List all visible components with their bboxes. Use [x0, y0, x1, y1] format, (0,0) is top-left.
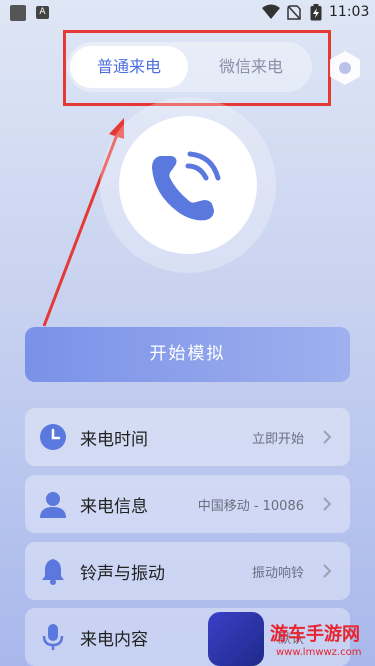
status-time: 11:03 [329, 4, 370, 20]
clock-icon [40, 424, 66, 450]
notification-square-icon [10, 5, 26, 21]
item-label: 来电时间 [80, 430, 148, 450]
chevron-right-icon [323, 497, 332, 511]
watermark-text: 游车手游网 [270, 624, 360, 645]
status-bar: A 11:03 [0, 0, 375, 26]
annotation-highlight-box [63, 30, 331, 106]
settings-hexagon-icon[interactable] [328, 50, 362, 86]
watermark-logo-icon [208, 612, 264, 666]
item-value: 立即开始 [251, 432, 304, 447]
wifi-icon [262, 4, 280, 19]
person-icon [40, 492, 66, 518]
microphone-icon [42, 624, 64, 650]
item-value: 振动响铃 [251, 566, 304, 581]
chevron-right-icon [323, 564, 332, 578]
item-value: 中国移动 - 10086 [197, 499, 304, 514]
bell-icon [42, 559, 64, 585]
battery-charging-icon [310, 4, 322, 21]
phone-ringing-icon [152, 151, 221, 221]
a-icon: A [36, 6, 49, 19]
chevron-right-icon [323, 430, 332, 444]
list-item-call-info[interactable]: 来电信息 中国移动 - 10086 [25, 475, 350, 533]
no-sim-icon [287, 5, 301, 20]
watermark-url: www.lmwwz.com [276, 647, 362, 658]
item-label: 来电内容 [80, 630, 148, 650]
list-item-ringtone-vibration[interactable]: 铃声与振动 振动响铃 [25, 542, 350, 600]
start-simulation-button[interactable]: 开始模拟 [25, 327, 350, 382]
item-label: 铃声与振动 [80, 564, 165, 584]
item-label: 来电信息 [80, 497, 148, 517]
list-item-call-time[interactable]: 来电时间 立即开始 [25, 408, 350, 466]
